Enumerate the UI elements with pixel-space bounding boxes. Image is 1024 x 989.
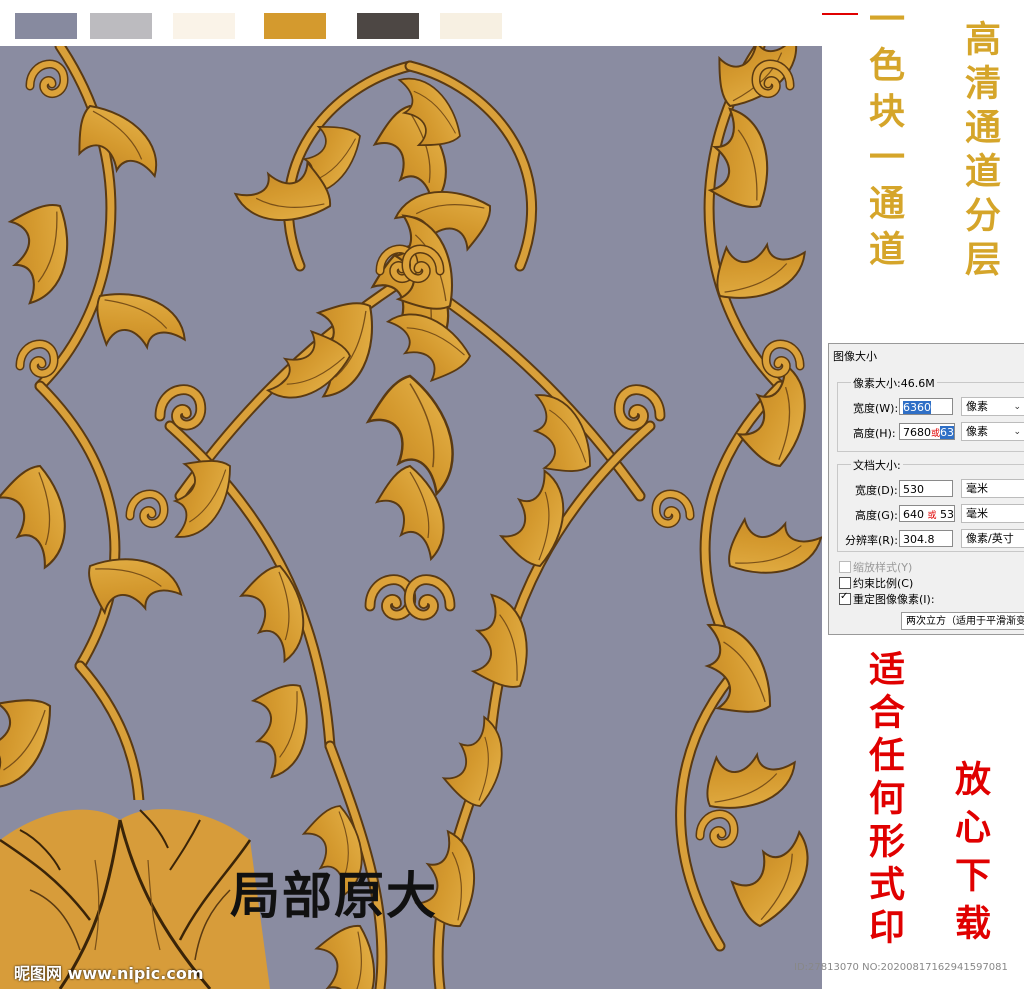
height-new-value: 6360 (940, 426, 954, 439)
resample-checkbox[interactable] (839, 591, 851, 605)
doc-height-input[interactable]: 640 或 530 (899, 505, 955, 522)
image-size-dialog: 图像大小 像素大小:46.6M 宽度(W): 6360 像素 ⌄ 高度(H): 7… (828, 343, 1024, 635)
caption-layered: 高清通道分层 (959, 20, 1001, 284)
height-label: 高度(H): (853, 427, 896, 440)
swatch-light-gray (90, 13, 152, 39)
scale-styles-checkbox[interactable] (839, 561, 851, 573)
doc-width-value: 530 (903, 483, 924, 496)
width-label: 宽度(W): (853, 402, 899, 415)
width-input[interactable]: 6360 (899, 398, 953, 415)
resolution-label: 分辨率(R): (845, 534, 898, 547)
doc-height-unit-value: 毫米 (966, 507, 988, 520)
resolution-unit-value: 像素/英寸 (966, 532, 1014, 545)
doc-height-value: 640 (903, 508, 924, 521)
document-size-label: 文档大小: (851, 457, 903, 473)
constrain-proportions-checkbox[interactable] (839, 577, 851, 589)
doc-width-unit-select[interactable]: 毫米 (961, 479, 1024, 498)
caption-channel: 一色块一通道 (863, 0, 905, 276)
image-id-watermark: ID:27813070 NO:20200817162941597081 (794, 962, 1008, 973)
swatch-dark-brown (357, 13, 419, 39)
color-swatch-bar (0, 0, 820, 46)
doc-height-label: 高度(G): (855, 509, 898, 522)
chevron-down-icon: ⌄ (1013, 402, 1021, 412)
site-watermark: 昵图网 www.nipic.com (14, 964, 204, 983)
swatch-ivory (440, 13, 502, 39)
doc-height-new-value: 530 (940, 508, 955, 521)
caption-download: 放心下载 (949, 760, 991, 952)
resample-method-select[interactable]: 两次立方（适用于平滑渐变 (901, 612, 1024, 630)
width-unit-select[interactable]: 像素 ⌄ (961, 397, 1024, 416)
red-accent-line (822, 13, 858, 15)
chevron-down-icon: ⌄ (1013, 427, 1021, 437)
resolution-input[interactable]: 304.8 (899, 530, 953, 547)
doc-width-unit-value: 毫米 (966, 482, 988, 495)
detail-caption: 局部原大 (230, 866, 438, 925)
pixel-dimensions-group (837, 382, 1024, 452)
doc-height-alt-mark: 或 (927, 511, 937, 521)
height-value: 7680 (903, 426, 931, 439)
dialog-title: 图像大小 (833, 350, 877, 363)
caption-print: 适合任何形式印 (863, 650, 905, 951)
height-alt-mark: 或 (931, 429, 941, 439)
resolution-unit-select[interactable]: 像素/英寸 (961, 529, 1024, 548)
scale-styles-label: 缩放样式(Y) (853, 561, 913, 574)
resolution-value: 304.8 (903, 533, 935, 546)
swatch-gold (264, 13, 326, 39)
swatch-slate-gray (15, 13, 77, 39)
constrain-proportions-label: 约束比例(C) (853, 577, 914, 590)
doc-height-unit-select[interactable]: 毫米 (961, 504, 1024, 523)
width-unit-value: 像素 (966, 400, 988, 413)
height-input[interactable]: 7680或6360 (899, 423, 955, 440)
doc-width-label: 宽度(D): (855, 484, 898, 497)
doc-width-input[interactable]: 530 (899, 480, 953, 497)
height-unit-value: 像素 (966, 425, 988, 438)
height-unit-select[interactable]: 像素 ⌄ (961, 422, 1024, 441)
width-value: 6360 (903, 401, 931, 414)
swatch-cream (173, 13, 235, 39)
pixel-size-label: 像素大小:46.6M (851, 375, 937, 391)
resample-label: 重定图像像素(I): (853, 593, 935, 606)
